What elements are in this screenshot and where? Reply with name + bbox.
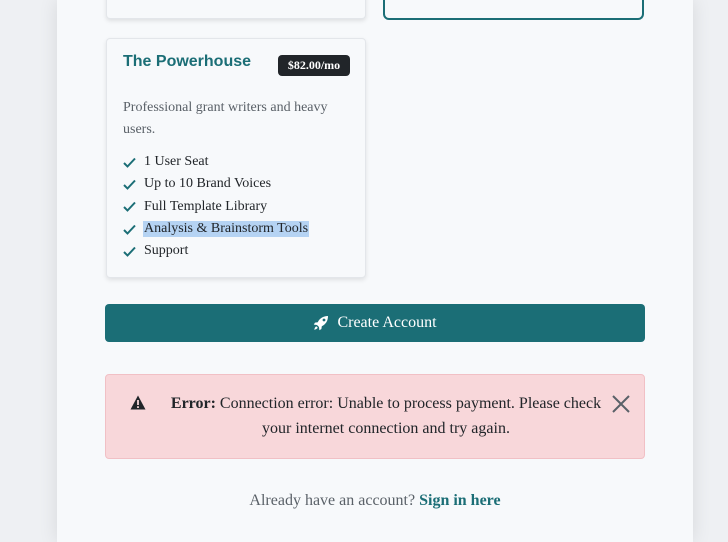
feature-label: Support: [144, 243, 189, 259]
price-badge: $82.00/mo: [278, 55, 350, 76]
feature-label: Full Template Library: [144, 198, 268, 214]
feature-label-selected: Analysis & Brainstorm Tools: [143, 221, 310, 238]
alert-message-block: Error: Connection error: Unable to proce…: [156, 391, 616, 441]
alert-message: Connection error: Unable to process paym…: [219, 395, 602, 437]
feature-list: 1 User Seat Up to 10 Brand Voices Full T…: [123, 151, 310, 262]
close-icon: [612, 395, 630, 413]
create-account-label: Create Account: [337, 314, 437, 331]
plan-name: The Powerhouse: [123, 53, 252, 70]
signin-link[interactable]: Sign in here: [419, 492, 501, 509]
feature-item: Full Template Library: [123, 196, 309, 218]
feature-item: 1 User Seat: [123, 151, 309, 173]
check-icon: [123, 246, 136, 257]
plan-description: Professional grant writers and heavy use…: [123, 100, 328, 137]
feature-label: Up to 10 Brand Voices: [144, 176, 272, 192]
feature-item: Support: [123, 240, 309, 262]
feature-label: 1 User Seat: [144, 154, 209, 170]
feature-item: Up to 10 Brand Voices: [123, 173, 309, 195]
plan-card-partial-selected[interactable]: [383, 0, 644, 20]
alert-label: Error:: [170, 395, 216, 412]
create-account-button[interactable]: Create Account: [105, 304, 645, 342]
check-icon: [123, 202, 136, 213]
feature-item: Analysis & Brainstorm Tools: [123, 218, 310, 240]
signin-text: Already have an account?: [249, 492, 416, 509]
warning-triangle-icon: [130, 395, 146, 410]
alert-close-button[interactable]: [612, 395, 630, 413]
check-icon: [123, 179, 136, 190]
signin-prompt: Already have an account? Sign in here: [105, 492, 645, 510]
plan-card-partial-left[interactable]: [106, 0, 366, 19]
rocket-icon: [314, 316, 329, 331]
plan-card-powerhouse[interactable]: The Powerhouse $82.00/mo Professional gr…: [106, 38, 366, 278]
check-icon: [123, 224, 136, 235]
check-icon: [123, 157, 136, 168]
error-alert: Error: Connection error: Unable to proce…: [105, 374, 645, 459]
